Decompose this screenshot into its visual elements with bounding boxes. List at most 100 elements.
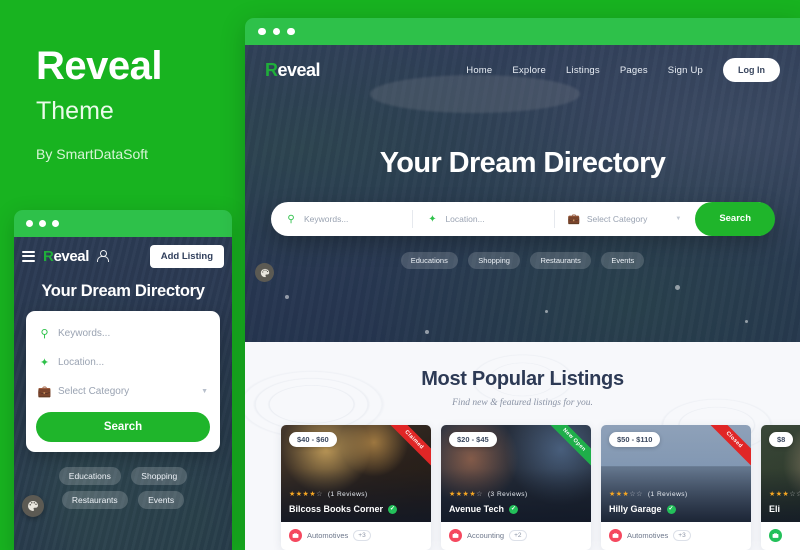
hero-tag-restaurants[interactable]: Restaurants [530,252,591,269]
price-badge: $20 - $45 [449,432,497,447]
rating-stars: ★★★☆☆ [769,491,800,498]
search-icon: ⚲ [287,213,295,225]
category-more-count[interactable]: +3 [673,530,691,541]
desktop-navbar: Reveal Home Explore Listings Pages Sign … [245,45,800,95]
mobile-category-select[interactable]: 💼 Select Category ▼ [26,377,220,406]
section-subtitle: Find new & featured listings for you. [452,398,593,408]
listing-title: Eli [769,504,800,514]
bokeh-dot [675,285,680,290]
palette-icon[interactable] [22,495,44,517]
listing-card-grid: $40 - $60 Claimed ★★★★☆ (1 Reviews) Bilco… [245,408,800,550]
mobile-tag-restaurants[interactable]: Restaurants [61,491,128,509]
listing-category-row: Automotives +3 [281,522,431,550]
window-dot-minimize-icon[interactable] [272,27,280,36]
mobile-window-bar [14,210,232,237]
bokeh-dot [425,330,429,334]
location-icon: ✦ [428,213,437,225]
listing-card[interactable]: $20 - $45 New Open ★★★★☆ (3 Reviews) Aven… [441,425,591,550]
category-label[interactable]: Automotives [627,531,668,540]
window-dot-close-icon[interactable] [258,27,266,36]
rating-stars: ★★★★☆ (3 Reviews) [449,491,528,498]
listing-image: $40 - $60 Claimed ★★★★☆ (1 Reviews) Bilco… [281,425,431,522]
listing-title-text: Avenue Tech [449,504,505,514]
price-badge: $40 - $60 [289,432,337,447]
desktop-logo[interactable]: Reveal [265,59,321,81]
rating-stars: ★★★★☆ (1 Reviews) [289,491,368,498]
listing-meta: ★★★★☆ (1 Reviews) Bilcoss Books Corner ✓ [289,483,423,514]
section-title: Most Popular Listings [421,368,624,390]
logo-mark-icon: R [43,247,54,265]
hero-tag-educations[interactable]: Educations [400,252,458,269]
flag-icon [607,431,613,439]
hamburger-icon[interactable] [22,250,35,262]
hero-tag-events[interactable]: Events [601,252,645,269]
mobile-tag-events[interactable]: Events [138,491,185,509]
nav-menu: Home Explore Listings Pages Sign Up Log … [466,58,780,82]
brand-subtitle: Theme [36,97,114,125]
mobile-keywords-field[interactable]: ⚲ Keywords... [26,319,220,348]
mobile-logo[interactable]: Reveal [43,248,89,265]
mobile-tag-educations[interactable]: Educations [58,467,121,485]
listing-card[interactable]: $40 - $60 Claimed ★★★★☆ (1 Reviews) Bilco… [281,425,431,550]
hero-title: Your Dream Directory [379,147,666,179]
category-select[interactable]: 💼 Select Category ▼ [553,202,695,236]
mobile-tag-list: Educations Shopping Restaurants Events [14,464,232,512]
mobile-logo-text: eveal [53,247,89,265]
nav-item-listings[interactable]: Listings [566,65,600,76]
nav-item-explore[interactable]: Explore [512,65,546,76]
hero-section: Reveal Home Explore Listings Pages Sign … [245,45,800,342]
mobile-hero-title: Your Dream Directory [41,282,205,300]
location-field[interactable]: ✦ Location... [412,202,553,236]
category-more-count[interactable]: +3 [353,530,371,541]
briefcase-icon [289,529,302,542]
check-badge-icon: ✓ [388,504,398,514]
desktop-screen: Reveal Home Explore Listings Pages Sign … [245,45,800,550]
add-listing-button[interactable]: Add Listing [149,244,224,268]
window-dot-minimize-icon[interactable] [39,220,46,227]
listing-image: $50 - $110 Closed ★★★☆☆ (1 Reviews) Hilly… [601,425,751,522]
hero-tag-shopping[interactable]: Shopping [468,252,520,269]
search-icon: ⚲ [40,328,49,340]
category-placeholder: Select Category [586,214,648,224]
desktop-logo-text: eveal [277,59,321,80]
hero-tag-list: Educations Shopping Restaurants Events [245,250,800,269]
keywords-field[interactable]: ⚲ Keywords... [271,202,412,236]
login-button[interactable]: Log In [723,58,780,82]
category-label[interactable]: Automotives [307,531,348,540]
mobile-search-card: ⚲ Keywords... ✦ Location... 💼 Select Cat… [26,311,220,452]
listing-meta: ★★★☆☆ (1 Reviews) Hilly Garage ✓ [609,483,743,514]
nav-item-signup[interactable]: Sign Up [668,65,703,76]
listing-card[interactable]: $8 ★★★☆☆ Eli [761,425,800,550]
briefcase-icon: 💼 [567,213,581,225]
mobile-search-button[interactable]: Search [36,412,210,442]
listing-image: $20 - $45 New Open ★★★★☆ (3 Reviews) Aven… [441,425,591,522]
brand-author: By SmartDataSoft [36,145,149,162]
hero-search-bar: ⚲ Keywords... ✦ Location... 💼 Select Cat… [271,202,775,236]
window-dot-maximize-icon[interactable] [52,220,59,227]
review-count: (1 Reviews) [327,491,368,498]
search-button[interactable]: Search [695,202,775,236]
nav-item-pages[interactable]: Pages [620,65,648,76]
category-more-count[interactable]: +2 [509,530,527,541]
mobile-category-placeholder: Select Category [58,386,130,397]
mobile-keywords-placeholder: Keywords... [58,328,111,339]
category-label[interactable]: Accounting [467,531,504,540]
mobile-tag-shopping[interactable]: Shopping [131,467,188,485]
review-count: (3 Reviews) [487,491,528,498]
listing-title-text: Bilcoss Books Corner [289,504,384,514]
palette-icon[interactable] [255,263,274,282]
chevron-down-icon: ▼ [201,388,208,395]
price-badge: $8 [769,432,794,447]
listing-category-row: Accounting +2 [441,522,591,550]
mobile-location-field[interactable]: ✦ Location... [26,348,220,377]
listing-title: Bilcoss Books Corner ✓ [289,504,423,514]
listing-card[interactable]: $50 - $110 Closed ★★★☆☆ (1 Reviews) Hilly… [601,425,751,550]
nav-item-home[interactable]: Home [466,65,492,76]
user-icon[interactable] [97,249,110,263]
desktop-mockup: Reveal Home Explore Listings Pages Sign … [245,18,800,550]
listing-title-text: Eli [769,504,781,514]
window-dot-maximize-icon[interactable] [287,27,295,36]
briefcase-icon [769,529,782,542]
window-dot-close-icon[interactable] [26,220,33,227]
chevron-down-icon: ▼ [675,216,682,222]
